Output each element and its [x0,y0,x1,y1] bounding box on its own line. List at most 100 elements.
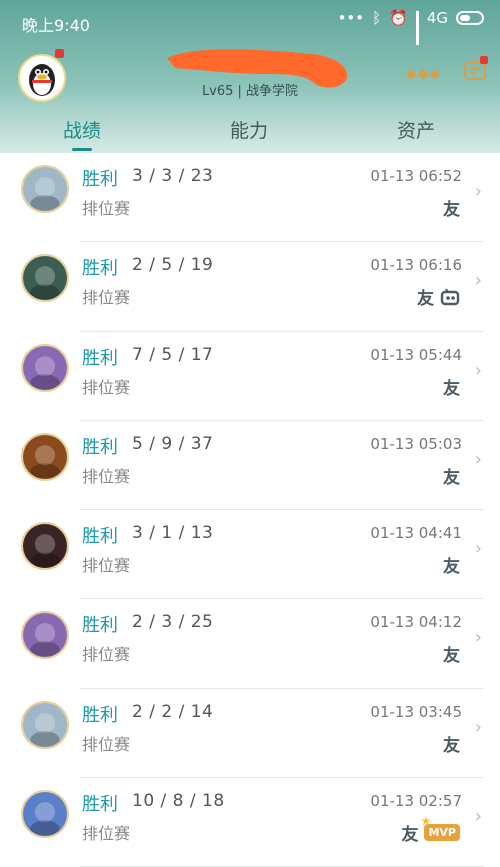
match-result: 胜利 [82,526,118,548]
match-time: 01-13 02:57 [370,792,462,811]
chevron-right-icon: › [474,806,482,828]
chevron-right-icon: › [474,448,482,470]
match-tags: 友 [443,731,460,756]
battery-icon [456,11,484,25]
match-mode: 排位赛 [82,645,131,665]
hero-portrait [21,432,69,481]
hero-portrait [21,165,69,213]
status-time: 晚上9:40 [22,16,90,35]
match-result: 胜利 [82,169,118,190]
chevron-right-icon: › [474,716,482,738]
match-mode: 排位赛 [82,199,131,218]
match-row-8[interactable]: 胜利 10 / 8 / 18 排位赛 01-13 02:57 友MVP › [0,778,500,867]
match-mode: 排位赛 [82,556,131,576]
tab-bar: 战绩 能力 资产 [0,110,500,153]
hero-portrait [21,343,69,392]
match-result: 胜利 [82,436,118,458]
chevron-right-icon: › [474,181,482,202]
kda: 7 / 5 / 17 [132,344,214,365]
white-hair-hero-icon [23,702,67,747]
kda: 3 / 3 / 23 [132,166,214,186]
friend-tag: 友 [443,467,460,488]
kda: 5 / 9 / 37 [132,433,214,454]
kda: 2 / 5 / 19 [132,255,214,276]
match-row-1[interactable]: 胜利 3 / 3 / 23 排位赛 01-13 06:52 友 › [0,153,500,243]
chevron-right-icon: › [474,538,482,560]
friend-tag: 友 [443,735,460,756]
match-result: 胜利 [82,615,118,637]
match-time: 01-13 05:44 [370,345,462,364]
avatar-notification-badge [55,49,64,58]
match-mode: 排位赛 [82,734,131,754]
match-row-6[interactable]: 胜利 2 / 3 / 25 排位赛 01-13 04:12 友 › [0,599,500,689]
match-time: 01-13 05:03 [370,434,462,453]
signal-icon [415,11,419,45]
match-tags: 友 [443,463,460,488]
friend-tag: 友 [443,378,460,399]
blue-yeti-hero-icon [23,792,67,837]
match-row-5[interactable]: 胜利 3 / 1 / 13 排位赛 01-13 04:41 友 › [0,510,500,600]
match-time: 01-13 06:52 [370,167,462,185]
mvp-badge: MVP [421,814,460,842]
match-mode: 排位赛 [82,824,131,844]
match-tags: 友 [443,374,460,399]
tab-active-indicator [72,148,92,151]
dark-red-hero-icon [23,524,67,569]
green-mask-hero-icon [23,256,67,301]
purple-hero-icon [23,613,67,658]
match-mode: 排位赛 [82,288,131,308]
friend-tag: 友 [443,557,460,578]
match-mode: 排位赛 [82,466,131,486]
match-result: 胜利 [82,704,118,726]
chevron-right-icon: › [474,270,482,292]
status-bar: 晚上9:40 ••• ᛒ ⏰ 4G [0,0,500,45]
kda: 3 / 1 / 13 [132,523,214,544]
match-row-3[interactable]: 胜利 7 / 5 / 17 排位赛 01-13 05:44 友 › [0,332,500,421]
match-time: 01-13 03:45 [370,702,462,721]
status-icons: ••• ᛒ ⏰ 4G [337,9,484,45]
match-row-7[interactable]: 胜利 2 / 2 / 14 排位赛 01-13 03:45 友 › [0,689,500,779]
match-tags: 友 [443,552,460,577]
match-result: 胜利 [82,794,118,816]
kda: 2 / 2 / 14 [132,701,214,722]
hero-portrait [21,700,69,749]
white-hair-hero-icon [23,167,67,211]
match-row-2[interactable]: 胜利 2 / 5 / 19 排位赛 01-13 06:16 友 › [0,242,500,332]
hero-portrait [21,790,69,839]
more-icon[interactable]: ◆◆◆ [406,66,441,82]
orange-armor-hero-icon [23,434,67,479]
friend-tag: 友 [443,646,460,667]
profile-header: 晚上9:40 ••• ᛒ ⏰ 4G Lv65 | 战争学院 ◆◆◆ 战绩 能力 … [0,0,500,153]
tab-record[interactable]: 战绩 [22,116,142,143]
chevron-right-icon: › [474,359,482,381]
level-server-text: Lv65 | 战争学院 [201,84,299,99]
match-time: 01-13 04:41 [370,524,462,543]
chevron-right-icon: › [474,627,482,649]
match-result: 胜利 [82,258,118,280]
kda: 10 / 8 / 18 [132,791,225,812]
match-tags: 友 [443,641,460,666]
tab-ability[interactable]: 能力 [189,116,309,143]
match-time: 01-13 04:12 [370,613,462,632]
message-badge [480,56,488,64]
dots-icon: ••• [337,9,365,27]
match-list: 胜利 3 / 3 / 23 排位赛 01-13 06:52 友 › 胜利 2 /… [0,153,500,867]
team-icon [440,288,460,305]
match-tags: 友MVP [401,814,460,846]
match-result: 胜利 [82,347,118,369]
match-time: 01-13 06:16 [370,256,462,275]
match-row-4[interactable]: 胜利 5 / 9 / 37 排位赛 01-13 05:03 友 › [0,421,500,511]
network-type: 4G [426,9,448,27]
friend-tag: 友 [401,825,419,846]
hero-portrait [21,611,69,660]
tab-assets[interactable]: 资产 [356,116,476,143]
match-tags: 友 [417,284,460,309]
bluetooth-icon: ᛒ [372,9,382,27]
hero-portrait [21,522,69,571]
kda: 2 / 3 / 25 [132,612,214,633]
alarm-icon: ⏰ [389,9,408,27]
match-tags: 友 [443,195,460,220]
friend-tag: 友 [417,289,434,310]
friend-tag: 友 [443,200,460,220]
purple-hero-icon [23,345,67,390]
